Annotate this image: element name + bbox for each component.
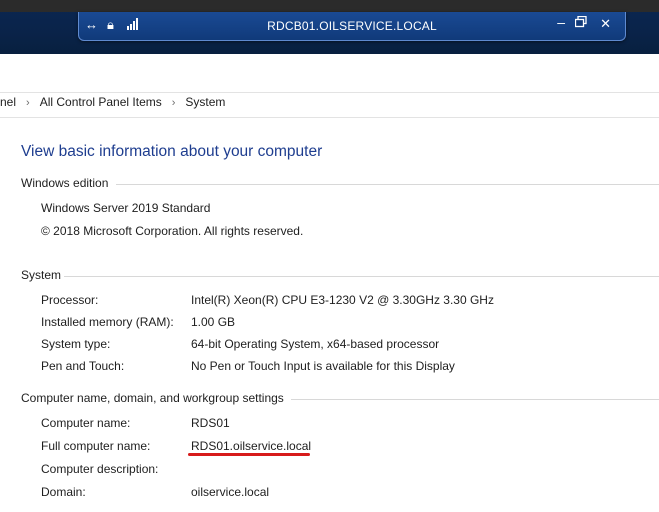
computer-description-label: Computer description: — [41, 462, 159, 476]
full-computer-name-label: Full computer name: — [41, 439, 151, 453]
pen-touch-value: No Pen or Touch Input is available for t… — [191, 359, 455, 373]
chevron-right-icon[interactable]: › — [172, 97, 176, 109]
toolbar-divider — [0, 92, 659, 93]
computer-name-value: RDS01 — [191, 416, 230, 430]
domain-value: oilservice.local — [191, 485, 270, 499]
top-strip — [0, 0, 659, 12]
breadcrumb-item-system[interactable]: System — [185, 95, 225, 109]
windows-edition-title: Windows edition — [21, 176, 109, 190]
breadcrumb-item-all-items[interactable]: All Control Panel Items — [40, 95, 162, 109]
address-divider — [0, 117, 659, 118]
minimize-button[interactable]: – — [557, 14, 565, 30]
memory-label: Installed memory (RAM): — [41, 315, 174, 329]
page-title: View basic information about your comput… — [21, 143, 323, 160]
pen-touch-label: Pen and Touch: — [41, 359, 125, 373]
restore-button[interactable] — [574, 15, 587, 32]
system-type-label: System type: — [41, 337, 111, 351]
connection-title: RDCB01.OILSERVICE.LOCAL — [267, 19, 437, 33]
remote-desktop-header: ↔ 🔒︎ RDCB01.OILSERVICE.LOCAL – ✕ — [0, 0, 659, 54]
memory-value: 1.00 GB — [191, 315, 236, 329]
system-section-title: System — [21, 268, 62, 282]
chevron-right-icon[interactable]: › — [26, 97, 30, 109]
computer-name-label: Computer name: — [41, 416, 131, 430]
domain-label: Domain: — [41, 485, 86, 499]
breadcrumb[interactable]: nel › All Control Panel Items › System — [0, 95, 225, 111]
section-divider — [291, 399, 659, 400]
section-divider — [64, 276, 659, 277]
red-annotation-underline — [188, 453, 310, 456]
breadcrumb-item-control-panel[interactable]: nel — [0, 95, 16, 109]
close-button[interactable]: ✕ — [600, 16, 611, 32]
computer-name-section-title: Computer name, domain, and workgroup set… — [21, 391, 284, 405]
connection-bar[interactable]: ↔ 🔒︎ RDCB01.OILSERVICE.LOCAL – ✕ — [78, 12, 626, 41]
processor-label: Processor: — [41, 293, 99, 307]
system-type-value: 64-bit Operating System, x64-based proce… — [191, 337, 440, 351]
full-computer-name-value: RDS01.oilservice.local — [191, 439, 312, 453]
section-divider — [116, 184, 659, 185]
copyright-text: © 2018 Microsoft Corporation. All rights… — [41, 224, 304, 238]
edition-name: Windows Server 2019 Standard — [41, 201, 211, 215]
processor-value: Intel(R) Xeon(R) CPU E3-1230 V2 @ 3.30GH… — [191, 293, 494, 307]
